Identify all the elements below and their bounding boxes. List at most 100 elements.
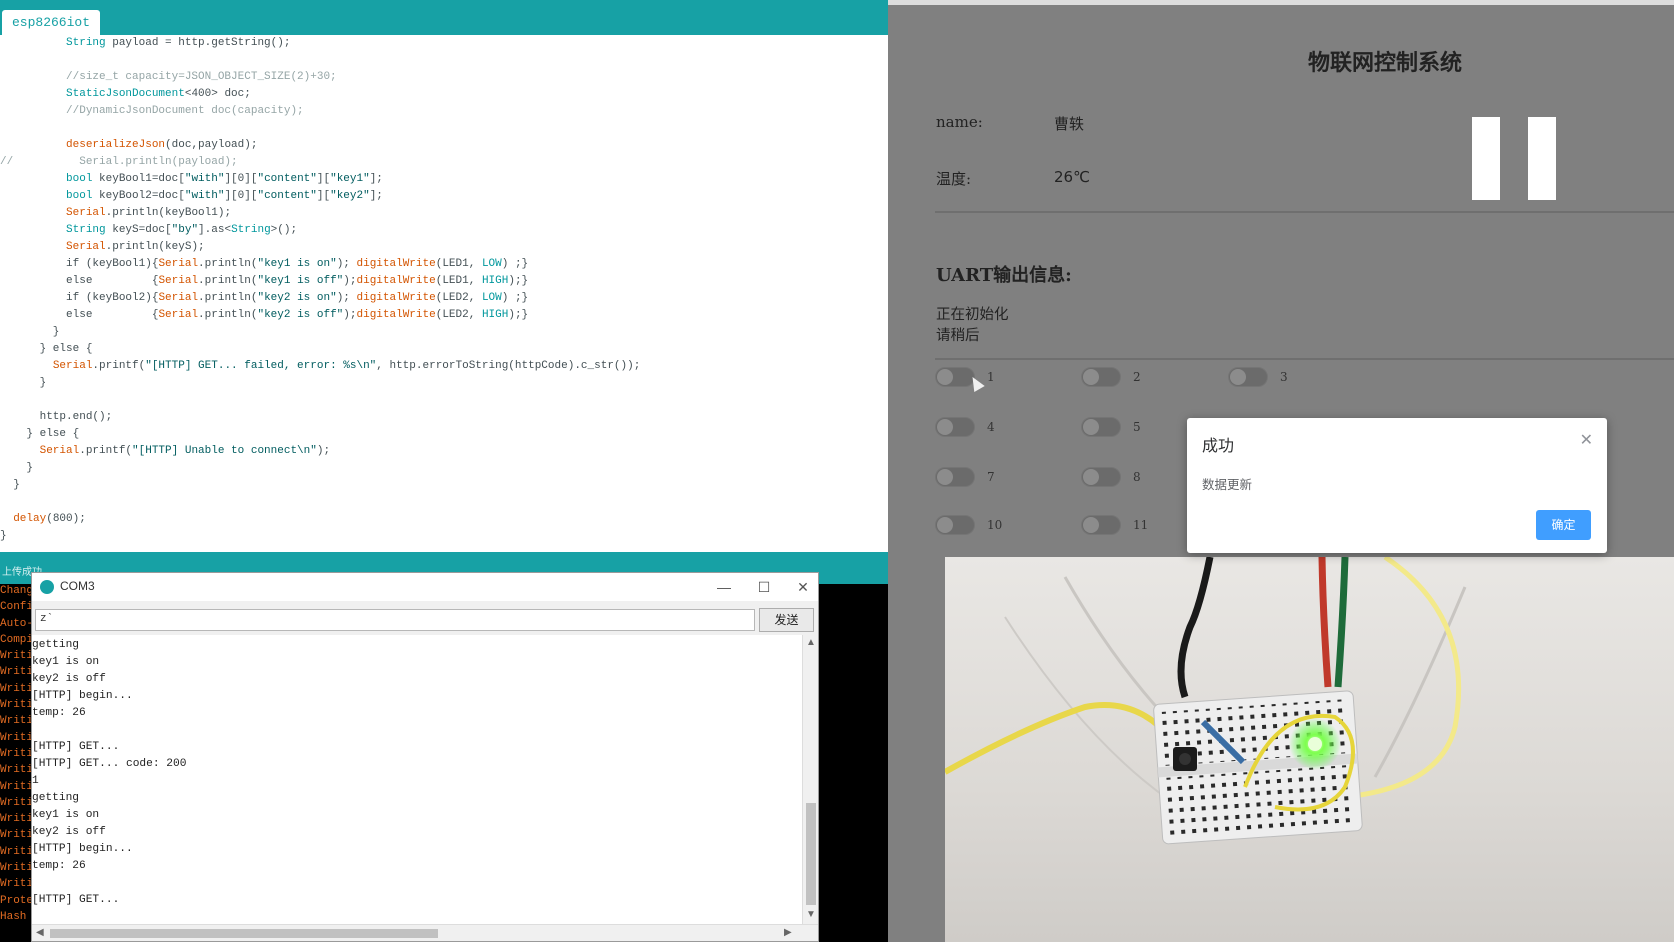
code-line: } else { (0, 428, 80, 440)
console-line: Writi (0, 878, 32, 891)
code-line: //DynamicJsonDocument doc(capacity); (0, 105, 304, 117)
serial-output-line: getting (32, 639, 79, 651)
code-line: String keyS=doc["by"].as<String>(); (66, 224, 298, 236)
serial-output-line: key2 is off (32, 826, 106, 838)
code-line: http.end(); (0, 411, 113, 423)
close-icon[interactable]: ✕ (1580, 430, 1593, 450)
scroll-up-icon[interactable]: ▲ (806, 637, 816, 648)
toggle-switch-5[interactable] (1081, 417, 1121, 437)
code-line: delay(800); (13, 513, 86, 525)
scroll-down-icon[interactable]: ▼ (806, 909, 816, 920)
serial-output-line: [HTTP] GET... code: 200 (32, 758, 187, 770)
code-line: if (keyBool1){Serial.println("key1 is on… (0, 258, 529, 270)
serial-output-line: temp: 26 (32, 707, 86, 719)
toggle-label: 4 (987, 420, 995, 434)
console-line: Writi (0, 699, 32, 712)
console-line: Writi (0, 780, 32, 793)
close-icon[interactable]: ✕ (792, 576, 814, 598)
code-line: else {Serial.println("key2 is off");digi… (0, 309, 529, 321)
vertical-scrollbar[interactable]: ▲ ▼ (802, 635, 818, 924)
serial-output-line: [HTTP] begin... (32, 843, 133, 855)
confirm-button[interactable]: 确定 (1536, 510, 1591, 540)
toggle-label: 2 (1133, 370, 1141, 384)
maximize-icon[interactable]: ☐ (753, 576, 775, 598)
code-line: Serial.println(keyBool1); (66, 207, 232, 219)
scroll-right-icon[interactable]: ▶ (784, 927, 792, 938)
toggle-switch-10[interactable] (935, 515, 975, 535)
serial-output-line: [HTTP] GET... (32, 741, 120, 753)
toggle-knob (1083, 469, 1099, 485)
console-output: Chang Confi Auto- Compi Writi Writi Writi Writi… (0, 584, 32, 942)
minimize-icon[interactable]: — (713, 576, 735, 598)
serial-output-line: key1 is on (32, 809, 100, 821)
pause-icon-bar[interactable] (1528, 117, 1556, 200)
toggle-label: 3 (1280, 370, 1288, 384)
uart-section-title: UART输出信息: (936, 265, 1072, 286)
console-line: Writi (0, 650, 32, 663)
serial-monitor-window: COM3 — ☐ ✕ z` 发送 getting key1 is on key2 i… (31, 572, 819, 942)
temperature-label: 温度: (936, 170, 972, 188)
console-line: Prote (0, 894, 32, 907)
console-line: Writi (0, 829, 32, 842)
console-line: Writi (0, 845, 32, 858)
ide-sketch-tab[interactable]: esp8266iot (2, 10, 101, 35)
breadboard-photo-drawing (945, 557, 1467, 845)
console-line: Confi (0, 601, 32, 614)
toggle-label: 10 (987, 518, 1003, 532)
code-line: Serial.println(keyS); (66, 241, 205, 253)
horizontal-scrollbar[interactable]: ◀ ▶ (32, 924, 818, 941)
dialog-title: 成功 (1202, 436, 1235, 455)
toggle-switch-11[interactable] (1081, 515, 1121, 535)
serial-send-input[interactable]: z` (35, 609, 755, 631)
console-line: Compi (0, 633, 32, 646)
serial-output-line: key2 is off (32, 673, 106, 685)
console-line: Writi (0, 813, 32, 826)
console-line: Chang (0, 585, 32, 597)
toggle-label: 11 (1133, 518, 1149, 532)
section-divider (935, 211, 1674, 213)
dialog-message: 数据更新 (1202, 477, 1253, 492)
name-label: name: (936, 113, 983, 131)
toggle-knob (937, 469, 953, 485)
uart-output-line: 请稍后 (936, 328, 980, 344)
toggle-switch-7[interactable] (935, 467, 975, 487)
console-line: Writi (0, 796, 32, 809)
toggle-knob (1230, 369, 1246, 385)
horizontal-scroll-thumb[interactable] (50, 929, 438, 938)
serial-title-bar[interactable]: COM3 — ☐ ✕ (32, 573, 818, 601)
camera-photo (945, 557, 1674, 942)
send-button[interactable]: 发送 (759, 608, 814, 632)
code-listing: String payload = http.getString(); //siz… (0, 35, 888, 545)
toggle-switch-3[interactable] (1228, 367, 1268, 387)
console-line: Writi (0, 666, 32, 679)
page-title: 物联网控制系统 (1308, 51, 1463, 76)
console-line: Writi (0, 747, 32, 760)
serial-output-line (32, 722, 802, 739)
pause-icon[interactable] (1472, 117, 1500, 200)
ide-tab-bar: esp8266iot (0, 0, 888, 35)
toggle-switch-2[interactable] (1081, 367, 1121, 387)
serial-output[interactable]: getting key1 is on key2 is off [HTTP] begin… (32, 635, 802, 924)
vertical-scroll-thumb[interactable] (806, 803, 816, 905)
scroll-left-icon[interactable]: ◀ (36, 927, 44, 938)
toggle-label: 8 (1133, 470, 1141, 484)
arduino-logo-icon (40, 580, 54, 594)
code-line: bool keyBool1=doc["with"][0]["content"][… (66, 173, 383, 185)
toggle-switch-8[interactable] (1081, 467, 1121, 487)
code-line: StaticJsonDocument<400> doc; (66, 88, 251, 100)
code-line: } (0, 462, 34, 474)
toggle-label: 7 (987, 470, 995, 484)
toggle-switch-4[interactable] (935, 417, 975, 437)
code-editor[interactable]: String payload = http.getString(); //siz… (0, 35, 888, 552)
code-line: Serial.printf("[HTTP] Unable to connect\… (39, 445, 331, 457)
console-line: Hash (0, 910, 27, 923)
serial-output-line: [HTTP] begin... (32, 690, 133, 702)
uart-output-line: 正在初始化 (936, 307, 1009, 323)
browser-top-edge (888, 0, 1674, 5)
serial-output-line: 1 (32, 775, 39, 787)
